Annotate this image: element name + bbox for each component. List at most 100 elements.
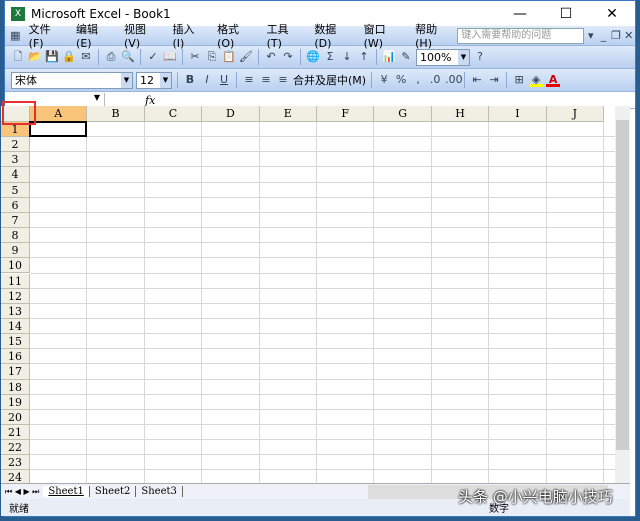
row-header[interactable]: 7 (1, 212, 30, 229)
row-header[interactable]: 20 (1, 409, 30, 425)
autosum-icon[interactable]: Σ (323, 50, 337, 64)
row-header[interactable]: 6 (1, 197, 30, 213)
sort-descending-icon[interactable]: ↑ (357, 50, 371, 64)
column-header[interactable]: D (202, 106, 260, 122)
minimize-button[interactable]: — (497, 6, 543, 22)
copy-icon[interactable]: ⎘ (205, 50, 219, 64)
help-dropdown-icon[interactable]: ▾ (584, 29, 597, 43)
menu-format[interactable]: 格式(O) (210, 21, 260, 50)
scrollbar-thumb[interactable] (616, 120, 629, 450)
row-header[interactable]: 24 (1, 470, 30, 483)
print-preview-icon[interactable]: 🔍 (121, 50, 135, 64)
drawing-icon[interactable]: ✎ (399, 50, 413, 64)
cut-icon[interactable]: ✂ (188, 50, 202, 64)
underline-button[interactable]: U (217, 73, 231, 87)
menu-edit[interactable]: 编辑(E) (69, 21, 117, 50)
active-cell-a1[interactable] (29, 121, 88, 138)
column-header[interactable]: E (259, 106, 317, 122)
menu-tools[interactable]: 工具(T) (260, 21, 308, 50)
align-center-icon[interactable]: ≡ (259, 73, 273, 87)
tab-sheet2[interactable]: Sheet2 (90, 486, 137, 497)
bold-button[interactable]: B (183, 73, 197, 87)
tab-nav-icons[interactable]: ⏮ ◀ ▶ ⏭ (1, 487, 43, 497)
font-size-select[interactable]: 12 ▼ (136, 71, 172, 89)
borders-icon[interactable]: ⊞ (512, 73, 526, 87)
menu-insert[interactable]: 插入(I) (165, 21, 210, 50)
decrease-indent-icon[interactable]: ⇤ (470, 73, 484, 87)
format-painter-icon[interactable]: 🖌 (239, 50, 253, 64)
email-icon[interactable]: ✉ (79, 50, 93, 64)
percent-button[interactable]: % (394, 73, 408, 87)
hyperlink-icon[interactable]: 🌐 (306, 50, 320, 64)
increase-indent-icon[interactable]: ⇥ (487, 73, 501, 87)
column-header[interactable]: C (144, 106, 203, 122)
row-header[interactable]: 2 (1, 137, 30, 153)
spelling-icon[interactable]: ✓ (146, 50, 160, 64)
column-header[interactable]: H (431, 106, 490, 122)
menu-file[interactable]: 文件(F) (22, 21, 69, 50)
row-header[interactable]: 23 (1, 455, 30, 471)
close-button[interactable]: ✕ (589, 6, 635, 22)
menu-view[interactable]: 视图(V) (117, 21, 165, 50)
chart-wizard-icon[interactable]: 📊 (382, 50, 396, 64)
row-header[interactable]: 16 (1, 349, 30, 365)
worksheet-grid[interactable]: A B C D E F G H I J 1 2 3 4 5 6 7 8 9 10 11 12 13 14 15 16 17 18 19 2… (1, 106, 615, 483)
research-icon[interactable]: 📖 (163, 50, 177, 64)
undo-icon[interactable]: ↶ (264, 50, 278, 64)
column-header[interactable]: G (374, 106, 432, 122)
align-left-icon[interactable]: ≡ (242, 73, 256, 87)
row-header[interactable]: 17 (1, 364, 30, 380)
column-header[interactable]: B (87, 106, 145, 122)
permission-icon[interactable]: 🔒 (62, 50, 76, 64)
tab-sheet1[interactable]: Sheet1 (43, 486, 90, 497)
font-select[interactable]: 宋体 ▼ (11, 71, 133, 89)
row-header[interactable]: 8 (1, 228, 30, 244)
fill-color-icon[interactable]: ◈ (529, 73, 544, 87)
doc-minimize-icon[interactable]: _ (597, 29, 610, 43)
zoom-select[interactable]: 100% ▼ (416, 48, 470, 66)
row-header[interactable]: 3 (1, 152, 30, 168)
column-header[interactable]: F (317, 106, 375, 122)
merge-center-button[interactable]: 合并及居中(M) (293, 72, 366, 88)
sort-ascending-icon[interactable]: ↓ (340, 50, 354, 64)
row-header[interactable]: 4 (1, 167, 30, 183)
row-header[interactable]: 10 (1, 258, 30, 274)
menu-data[interactable]: 数据(D) (307, 21, 356, 50)
print-icon[interactable]: ⎙ (104, 50, 118, 64)
vertical-scrollbar[interactable] (615, 106, 630, 483)
redo-icon[interactable]: ↷ (281, 50, 295, 64)
doc-restore-icon[interactable]: ❐ (610, 29, 623, 43)
row-header[interactable]: 13 (1, 303, 30, 319)
font-color-button[interactable]: A (546, 73, 561, 87)
column-header[interactable]: I (489, 106, 547, 122)
column-header[interactable]: A (30, 106, 88, 122)
align-right-icon[interactable]: ≡ (276, 73, 290, 87)
increase-decimal-icon[interactable]: .0 (428, 73, 442, 87)
row-header[interactable]: 15 (1, 334, 30, 350)
comma-button[interactable]: , (411, 73, 425, 87)
column-header[interactable]: J (546, 106, 604, 122)
menu-help[interactable]: 帮助(H) (408, 21, 457, 50)
help-search-input[interactable]: 键入需要帮助的问题 (457, 27, 585, 44)
italic-button[interactable]: I (200, 73, 214, 87)
row-header[interactable]: 12 (1, 288, 30, 304)
fx-icon[interactable]: fx (145, 94, 155, 107)
row-header[interactable]: 14 (1, 318, 30, 335)
row-header[interactable]: 18 (1, 379, 30, 395)
tab-sheet3[interactable]: Sheet3 (136, 486, 183, 497)
maximize-button[interactable]: ☐ (543, 6, 589, 22)
row-header[interactable]: 19 (1, 394, 30, 410)
workbook-icon[interactable]: ▦ (9, 29, 22, 43)
row-header[interactable]: 22 (1, 440, 30, 456)
doc-close-icon[interactable]: ✕ (622, 29, 635, 43)
row-header[interactable]: 5 (1, 182, 30, 198)
row-header[interactable]: 11 (1, 273, 30, 289)
row-header[interactable]: 21 (1, 425, 30, 441)
menu-window[interactable]: 窗口(W) (357, 21, 409, 50)
help-icon[interactable]: ? (473, 50, 487, 64)
paste-icon[interactable]: 📋 (222, 50, 236, 64)
row-header[interactable]: 9 (1, 243, 30, 259)
open-icon[interactable]: 📂 (28, 50, 42, 64)
decrease-decimal-icon[interactable]: .00 (445, 73, 463, 87)
new-icon[interactable]: 🗋 (11, 50, 25, 64)
